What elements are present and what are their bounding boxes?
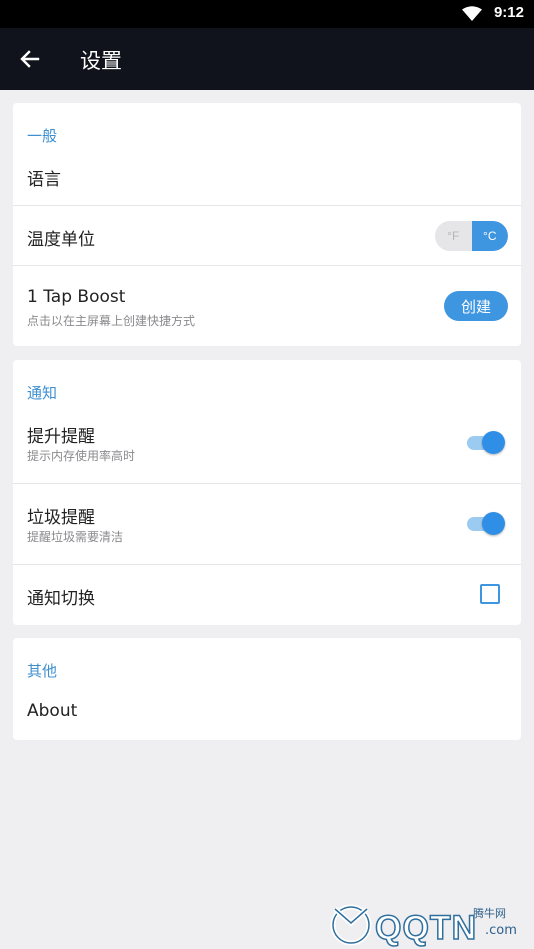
section-title-notification: 通知	[27, 384, 58, 402]
junk-reminder-label: 垃圾提醒	[27, 508, 95, 528]
celsius-option[interactable]: °C	[471, 221, 508, 251]
boost-reminder-row[interactable]: 提升提醒 提示内存使用率高时	[13, 412, 521, 483]
tap-boost-description: 点击以在主屏幕上创建快捷方式	[27, 314, 196, 328]
temp-unit-toggle[interactable]: °F °C	[435, 221, 508, 251]
temp-unit-label: 温度单位	[27, 230, 95, 250]
watermark-brand: QQTN	[374, 908, 478, 948]
notification-toggle-label: 通知切换	[27, 589, 95, 609]
notification-toggle-row[interactable]: 通知切换	[13, 564, 521, 626]
notification-toggle-checkbox[interactable]	[480, 584, 500, 604]
page-title: 设置	[80, 49, 122, 73]
junk-reminder-row[interactable]: 垃圾提醒 提醒垃圾需要清洁	[13, 483, 521, 565]
create-shortcut-button[interactable]: 创建	[444, 291, 508, 321]
boost-reminder-switch[interactable]	[467, 431, 505, 455]
junk-reminder-switch[interactable]	[467, 512, 505, 536]
switch-thumb	[482, 431, 505, 454]
about-row[interactable]: About	[13, 688, 521, 740]
temp-unit-row: 温度单位 °F °C	[13, 205, 521, 266]
tap-boost-row: 1 Tap Boost 点击以在主屏幕上创建快捷方式 创建	[13, 265, 521, 347]
watermark-logo: QQTN 腾牛网 .com	[325, 895, 534, 949]
section-title-other: 其他	[27, 662, 58, 680]
tap-boost-label: 1 Tap Boost	[27, 287, 126, 307]
arrow-left-icon[interactable]	[18, 47, 42, 71]
boost-reminder-label: 提升提醒	[27, 427, 95, 447]
language-row[interactable]: 语言	[13, 151, 521, 205]
app-bar: 设置	[0, 28, 534, 90]
status-time: 9:12	[493, 4, 524, 21]
boost-reminder-description: 提示内存使用率高时	[27, 449, 136, 463]
fahrenheit-option[interactable]: °F	[435, 221, 472, 251]
switch-thumb	[482, 512, 505, 535]
other-card: 其他 About	[13, 638, 521, 740]
watermark-site-name: 腾牛网	[473, 907, 506, 920]
watermark-domain: .com	[485, 923, 517, 938]
language-label: 语言	[27, 170, 61, 190]
general-card: 一般 语言 温度单位 °F °C 1 Tap Boost 点击以在主屏幕上创建快…	[13, 103, 521, 346]
watermark-emblem-icon	[330, 904, 372, 946]
status-bar: 9:12	[0, 0, 534, 28]
junk-reminder-description: 提醒垃圾需要清洁	[27, 530, 124, 544]
section-title-general: 一般	[27, 127, 58, 145]
wifi-icon	[462, 6, 482, 25]
notification-card: 通知 提升提醒 提示内存使用率高时 垃圾提醒 提醒垃圾需要清洁 通知切换	[13, 360, 521, 625]
about-label: About	[27, 701, 78, 721]
